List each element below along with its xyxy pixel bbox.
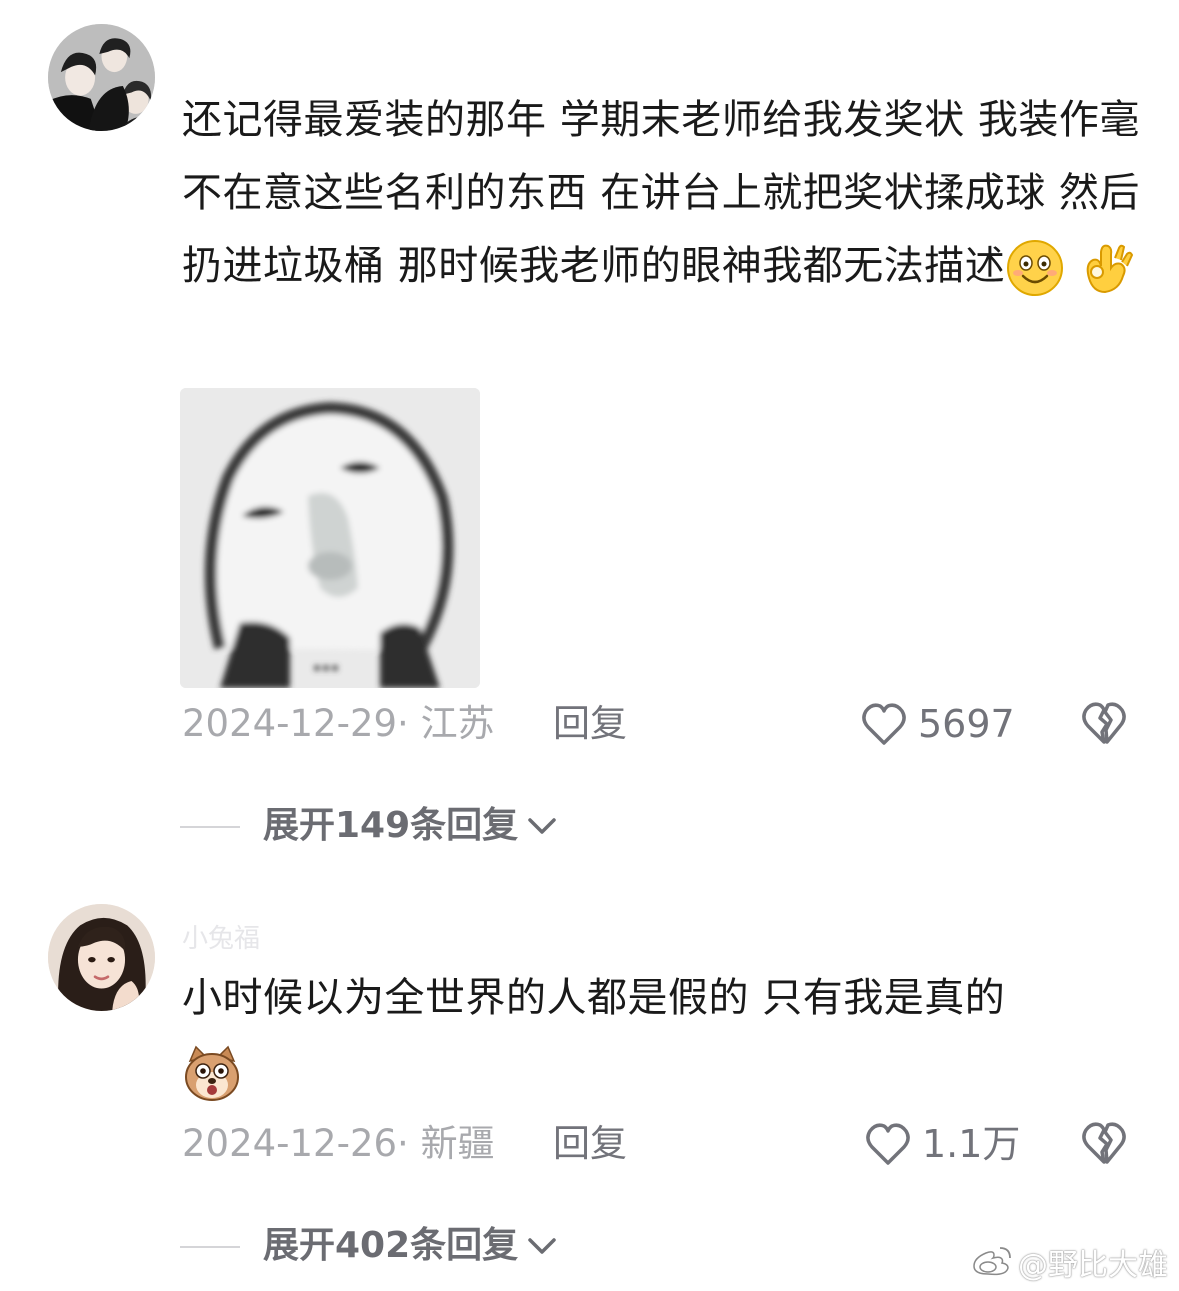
comment-date-location: 2024-12-29· 江苏 — [182, 702, 495, 745]
comment-date: 2024-12-26 — [182, 1122, 398, 1165]
chevron-down-icon — [528, 818, 556, 834]
comment-date: 2024-12-29 — [182, 702, 398, 745]
heart-icon — [862, 703, 906, 745]
watermark-text: @野比大雄 — [1018, 1248, 1168, 1283]
broken-heart-icon — [1082, 1122, 1126, 1164]
expand-replies-row: 展开149条回复 — [0, 798, 1179, 854]
comment-location: 新疆 — [420, 1122, 495, 1165]
heart-icon — [866, 1123, 910, 1165]
comment-text: 还记得最爱装的那年 学期末老师给我发奖状 我装作毫不在意这些名利的东西 在讲台上… — [182, 84, 1142, 303]
avatar[interactable] — [48, 904, 155, 1011]
expand-replies-label: 展开149条回复 — [263, 805, 519, 846]
comment-date-location: 2024-12-26· 新疆 — [182, 1122, 495, 1165]
dislike-button[interactable] — [1080, 700, 1128, 746]
comment-text-content: 还记得最爱装的那年 学期末老师给我发奖状 我装作毫不在意这些名利的东西 在讲台上… — [182, 97, 1140, 289]
reply-button[interactable]: 回复 — [553, 694, 627, 754]
like-button[interactable]: 1.1万 — [864, 1118, 1020, 1170]
dislike-button[interactable] — [1080, 1120, 1128, 1166]
username[interactable]: 小兔福 — [182, 918, 260, 955]
comment-meta: 2024-12-26· 新疆 回复 1.1万 — [0, 1114, 1179, 1174]
broken-heart-icon — [1082, 702, 1126, 744]
reply-button[interactable]: 回复 — [553, 1114, 627, 1174]
comment-text-content: 小时候以为全世界的人都是假的 只有我是真的 — [182, 975, 1006, 1021]
like-button[interactable]: 5697 — [860, 698, 1015, 750]
ok-hand-emoji — [1075, 238, 1135, 298]
expand-replies-label: 展开402条回复 — [263, 1225, 519, 1266]
expand-replies-button[interactable]: 展开149条回复 — [263, 798, 558, 854]
like-count: 5697 — [918, 702, 1015, 746]
comment-location: 江苏 — [420, 702, 495, 745]
weibo-logo-icon — [973, 1247, 1011, 1276]
chevron-down-icon — [528, 1238, 556, 1254]
like-count: 1.1万 — [922, 1122, 1021, 1166]
watermark: @野比大雄 — [970, 1240, 1168, 1284]
divider-line — [180, 1246, 240, 1248]
divider-line — [180, 826, 240, 828]
surprised-dog-emoji — [182, 1043, 242, 1103]
comment-meta: 2024-12-29· 江苏 回复 5697 — [0, 694, 1179, 754]
grinning-face-emoji — [1005, 238, 1065, 298]
meme-image[interactable] — [180, 388, 480, 688]
avatar[interactable] — [48, 24, 155, 131]
expand-replies-button[interactable]: 展开402条回复 — [263, 1218, 558, 1274]
comment-text: 小时候以为全世界的人都是假的 只有我是真的 — [182, 962, 1142, 1108]
